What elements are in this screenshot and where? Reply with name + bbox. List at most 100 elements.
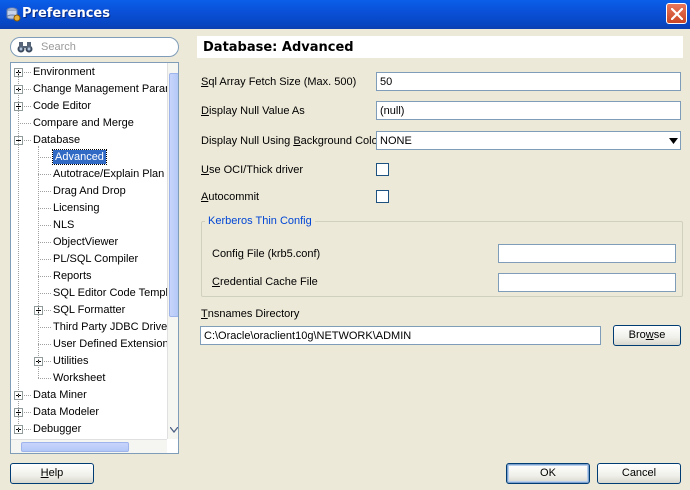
browse-button[interactable]: Browse bbox=[613, 325, 681, 346]
tree-connector bbox=[44, 361, 51, 362]
tree-connector bbox=[24, 412, 31, 413]
close-icon bbox=[671, 8, 683, 20]
tree-item-label: Database bbox=[33, 134, 81, 146]
autocommit-checkbox[interactable] bbox=[376, 190, 389, 203]
tree-item-label: Utilities bbox=[53, 355, 89, 367]
tree-item-label: NLS bbox=[53, 219, 75, 231]
tree-connector bbox=[38, 157, 51, 158]
tree-item[interactable]: Advanced bbox=[11, 149, 169, 166]
tree-item[interactable]: Autotrace/Explain Plan bbox=[11, 166, 169, 183]
tree-item-label: Compare and Merge bbox=[33, 117, 134, 129]
tree-connector bbox=[38, 208, 51, 209]
oci-driver-checkbox[interactable] bbox=[376, 163, 389, 176]
tree-item-label: PL/SQL Compiler bbox=[53, 253, 139, 265]
tree-item[interactable]: User Defined Extension bbox=[11, 336, 169, 353]
tree-item-label: ObjectViewer bbox=[53, 236, 119, 248]
tree-item[interactable]: Utilities bbox=[11, 353, 169, 370]
tree-item-label: Data Modeler bbox=[33, 406, 100, 418]
tree-item-label: Autotrace/Explain Plan bbox=[53, 168, 165, 180]
tree-item-label: Third Party JDBC Driver bbox=[53, 321, 169, 333]
tree-item[interactable]: Database bbox=[11, 132, 169, 149]
config-file-input[interactable] bbox=[498, 244, 676, 263]
fetch-size-label: Sql Array Fetch Size (Max. 500) bbox=[201, 76, 357, 88]
tree-item-label: Licensing bbox=[53, 202, 100, 214]
tree-horizontal-scrollbar[interactable] bbox=[11, 439, 167, 453]
tree-item[interactable]: Licensing bbox=[11, 200, 169, 217]
fetch-size-input[interactable] bbox=[376, 72, 681, 91]
tree-connector bbox=[24, 429, 31, 430]
tree-item[interactable]: Third Party JDBC Driver bbox=[11, 319, 169, 336]
preferences-tree[interactable]: Environment Change Management Param Code E… bbox=[10, 62, 179, 454]
dropdown-arrow-icon[interactable] bbox=[669, 138, 678, 144]
tree-item[interactable]: NLS bbox=[11, 217, 169, 234]
preferences-app-icon bbox=[6, 7, 21, 22]
tree-item[interactable]: Compare and Merge bbox=[11, 115, 169, 132]
search-box[interactable] bbox=[10, 37, 179, 57]
tree-connector bbox=[38, 174, 51, 175]
horizontal-scroll-thumb[interactable] bbox=[21, 442, 129, 452]
tree-item[interactable]: ObjectViewer bbox=[11, 234, 169, 251]
kerberos-group-title: Kerberos Thin Config bbox=[205, 215, 315, 227]
credential-cache-input[interactable] bbox=[498, 273, 676, 292]
tree-item[interactable]: Code Editor bbox=[11, 98, 169, 115]
tree-item-label: Advanced bbox=[52, 149, 107, 165]
tree-item[interactable]: Worksheet bbox=[11, 370, 169, 387]
null-bg-color-select[interactable]: NONE bbox=[376, 131, 681, 150]
tree-connector bbox=[38, 242, 51, 243]
tree-item[interactable]: Data Modeler bbox=[11, 404, 169, 421]
tree-connector bbox=[24, 72, 31, 73]
close-button[interactable] bbox=[666, 3, 687, 24]
tree-connector bbox=[44, 310, 51, 311]
null-bg-color-label: Display Null Using Background Color bbox=[201, 135, 382, 147]
tree-item[interactable]: SQL Editor Code Templa bbox=[11, 285, 169, 302]
tree-connector bbox=[38, 293, 51, 294]
tree-item[interactable]: Debugger bbox=[11, 421, 169, 438]
ok-button[interactable]: OK bbox=[506, 463, 590, 484]
tree-connector bbox=[38, 327, 51, 328]
null-value-label: Display Null Value As bbox=[201, 105, 305, 117]
tree-vertical-scrollbar[interactable] bbox=[167, 63, 178, 439]
tree-item-label: Debugger bbox=[33, 423, 82, 435]
tree-item-label: SQL Editor Code Templa bbox=[53, 287, 169, 299]
tree-item[interactable]: Change Management Param bbox=[11, 81, 169, 98]
chevron-down-icon[interactable] bbox=[170, 427, 178, 433]
tree-item-label: Worksheet bbox=[53, 372, 106, 384]
tnsnames-input[interactable] bbox=[200, 326, 601, 345]
title-bar[interactable]: Preferences bbox=[0, 0, 690, 29]
autocommit-label: Autocommit bbox=[201, 191, 260, 203]
tree-guide-line bbox=[38, 146, 39, 378]
tree-item-label: User Defined Extension bbox=[53, 338, 169, 350]
tree-item[interactable]: Data Miner bbox=[11, 387, 169, 404]
tree-item-label: Environment bbox=[33, 66, 95, 78]
vertical-scroll-thumb[interactable] bbox=[169, 73, 178, 317]
tree-item-label: Data Miner bbox=[33, 389, 87, 401]
tree-item-label: SQL Formatter bbox=[53, 304, 126, 316]
oci-driver-label: Use OCI/Thick driver bbox=[201, 164, 304, 176]
help-button[interactable]: Help bbox=[10, 463, 94, 484]
tree-item[interactable]: Reports bbox=[11, 268, 169, 285]
binoculars-icon[interactable] bbox=[17, 40, 33, 54]
tree-connector bbox=[24, 106, 31, 107]
tree-item-label: Reports bbox=[53, 270, 92, 282]
null-bg-color-value: NONE bbox=[380, 135, 412, 147]
page-title: Database: Advanced bbox=[203, 40, 354, 55]
tnsnames-label: Tnsnames Directory bbox=[201, 308, 300, 320]
tree-connector bbox=[38, 259, 51, 260]
tree-connector bbox=[38, 225, 51, 226]
tree-item[interactable]: SQL Formatter bbox=[11, 302, 169, 319]
tree-connector bbox=[38, 344, 51, 345]
config-file-label: Config File (krb5.conf) bbox=[212, 248, 321, 260]
tree-connector bbox=[38, 191, 51, 192]
preferences-dialog: Preferences Environment Change Management… bbox=[0, 0, 690, 490]
tree-item-label: Change Management Param bbox=[33, 83, 169, 95]
cancel-button[interactable]: Cancel bbox=[597, 463, 681, 484]
tree-item[interactable]: PL/SQL Compiler bbox=[11, 251, 169, 268]
credential-cache-label: Credential Cache File bbox=[212, 276, 318, 288]
tree-item[interactable]: Drag And Drop bbox=[11, 183, 169, 200]
tree-connector bbox=[24, 140, 31, 141]
null-value-input[interactable] bbox=[376, 101, 681, 120]
tree-guide-line bbox=[18, 72, 19, 430]
tree-connector bbox=[18, 123, 31, 124]
tree-item[interactable]: Environment bbox=[11, 64, 169, 81]
search-input[interactable] bbox=[41, 39, 171, 55]
